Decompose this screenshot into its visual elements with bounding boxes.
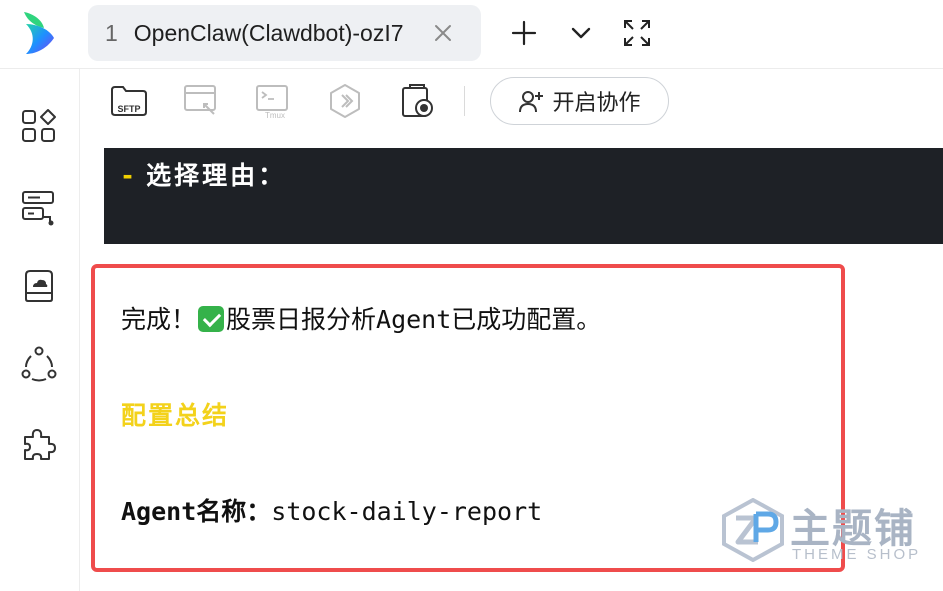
- completion-text: 股票日报分析Agent已成功配置。: [226, 305, 602, 334]
- tmux-icon: Tmux: [256, 85, 288, 120]
- cut-off-text-row: [120, 580, 920, 591]
- server-icon[interactable]: [20, 189, 58, 227]
- agent-name-key: Agent名称：: [121, 497, 272, 526]
- agent-name-line: Agent名称：stock-daily-report: [121, 492, 542, 528]
- config-summary-heading: 配置总结: [121, 401, 230, 430]
- start-collab-button[interactable]: 开启协作: [490, 77, 669, 125]
- app-logo: [20, 10, 60, 56]
- tmux-label: Tmux: [265, 111, 285, 120]
- share-icon[interactable]: [20, 345, 58, 383]
- fullscreen-icon[interactable]: [622, 18, 652, 48]
- close-icon[interactable]: [432, 22, 454, 44]
- hexagon-plugin-button[interactable]: [326, 82, 364, 120]
- plus-icon[interactable]: [509, 18, 539, 48]
- screen-record-icon: [402, 84, 433, 117]
- top-divider: [0, 68, 943, 69]
- agent-name-value: stock-daily-report: [271, 497, 543, 526]
- sftp-folder-icon: SFTP: [111, 86, 147, 116]
- remote-desktop-button[interactable]: [182, 82, 220, 120]
- terminal-dash: -: [120, 161, 139, 190]
- tab-title: OpenClaw(Clawdbot)-ozI7: [133, 19, 404, 46]
- terminal-text: 选择理由：: [146, 161, 287, 190]
- theme-shop-logo: [722, 498, 784, 562]
- cloud-drive-icon[interactable]: [20, 267, 58, 305]
- sftp-label: SFTP: [117, 104, 140, 114]
- remote-desktop-icon: [184, 85, 216, 115]
- completion-message: 完成！ 股票日报分析Agent已成功配置。: [121, 300, 601, 336]
- watermark-en-text: THEME SHOP: [792, 546, 922, 563]
- terminal-line: - 选择理由：: [120, 156, 286, 192]
- add-user-icon: [519, 91, 544, 113]
- terminal-output[interactable]: - 选择理由：: [104, 148, 943, 244]
- toolbar-divider: [464, 86, 465, 116]
- check-icon: [198, 306, 225, 332]
- apps-icon[interactable]: [20, 107, 58, 145]
- hexagon-plugin-icon: [330, 84, 360, 118]
- chevron-down-icon[interactable]: [566, 18, 596, 48]
- watermark: 主题铺 THEME SHOP: [720, 494, 930, 574]
- collab-label: 开启协作: [552, 91, 641, 116]
- tab-number: 1: [105, 19, 118, 46]
- session-tab[interactable]: 1 OpenClaw(Clawdbot)-ozI7: [88, 5, 481, 61]
- tmux-button[interactable]: Tmux: [254, 82, 292, 120]
- sidebar: [0, 69, 80, 591]
- screen-record-button[interactable]: [398, 82, 436, 120]
- plugin-icon[interactable]: [20, 425, 58, 463]
- completion-prefix: 完成！: [121, 305, 197, 334]
- sftp-button[interactable]: SFTP: [110, 82, 148, 120]
